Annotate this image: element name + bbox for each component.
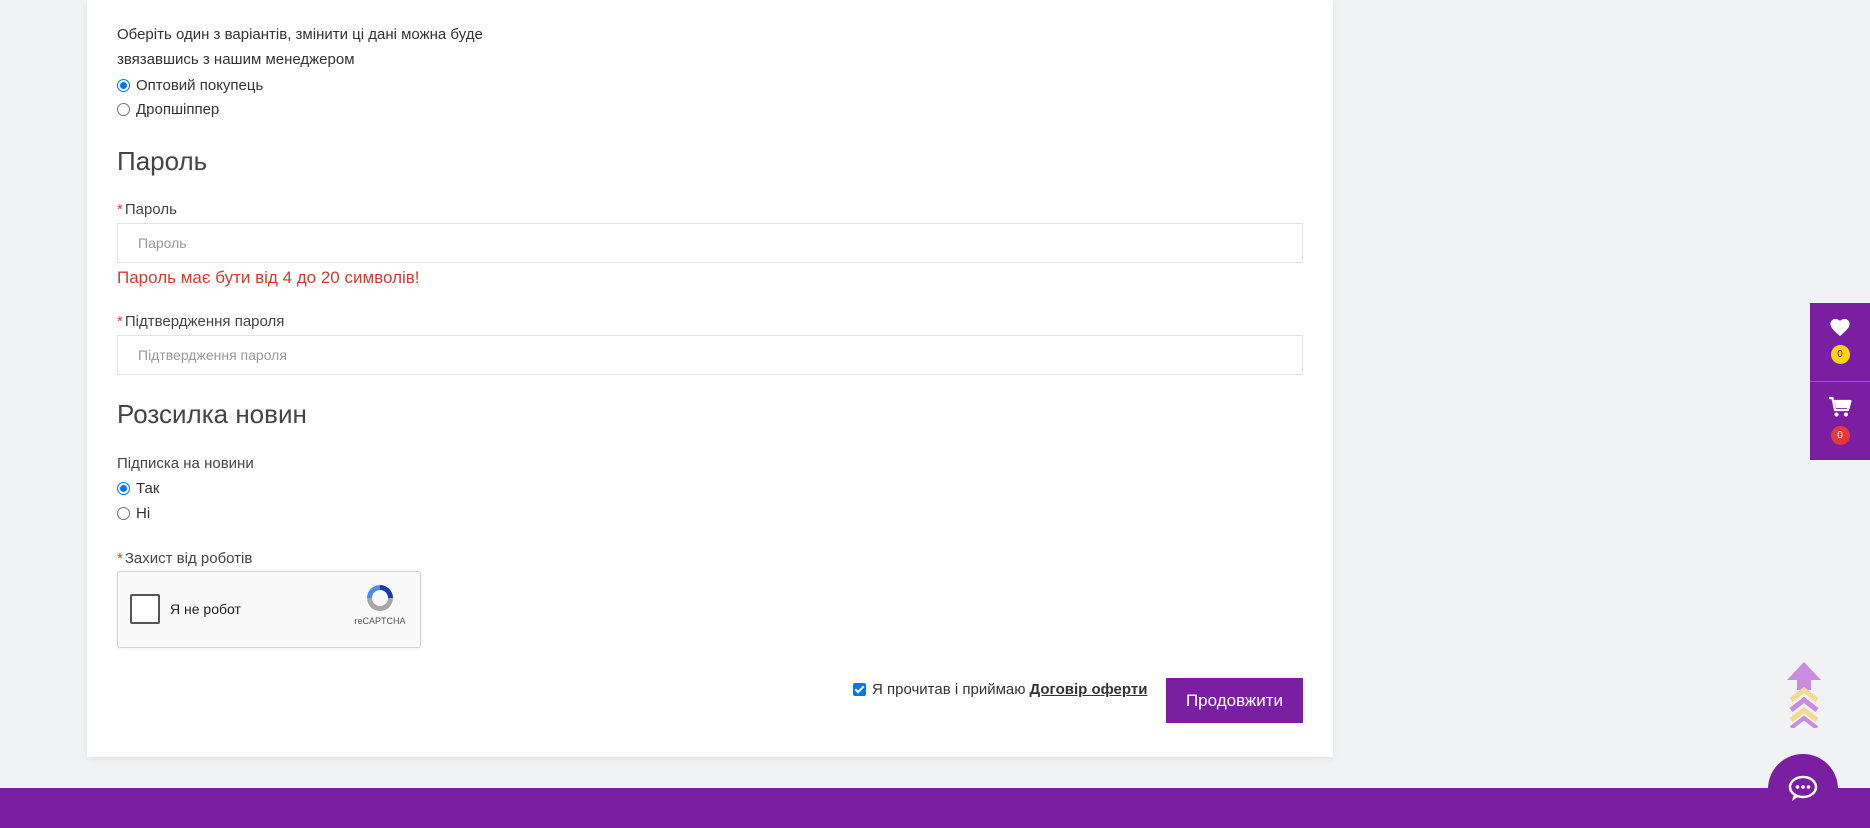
cart-icon [1829,396,1852,417]
agreement-row: Я прочитав і приймаю Договір оферти [853,681,1147,698]
side-panel: 0 0 [1810,303,1870,460]
scroll-top-button[interactable] [1783,660,1825,730]
heart-icon [1830,318,1850,337]
captcha-label: * Захист від роботів [117,550,253,567]
cart-count-badge: 0 [1830,426,1850,445]
agreement-checkbox[interactable] [853,683,866,696]
required-asterisk: * [117,550,123,567]
newsletter-label: Підписка на новини [117,455,254,472]
recaptcha-brand: reCAPTCHA [354,616,406,626]
password-label: * Пароль [117,201,177,218]
radio-label: Дропшіппер [136,101,220,118]
cart-button[interactable]: 0 [1810,382,1870,460]
password-section-title: Пароль [117,146,208,176]
chat-button[interactable] [1768,754,1838,824]
radio-button[interactable] [117,103,130,116]
customer-type-note: Оберіть один з варіантів, змінити ці дан… [117,26,483,68]
recaptcha-widget: Я не робот reCAPTCHA [117,571,421,648]
radio-label: Так [136,480,160,497]
newsletter-section-title: Розсилка новин [117,399,307,429]
password-error-message: Пароль має бути від 4 до 20 символів! [117,268,420,287]
confirm-password-label: * Підтвердження пароля [117,313,285,330]
radio-dropshipper[interactable]: Дропшіппер [117,101,219,118]
wishlist-count-badge: 0 [1830,345,1850,364]
radio-button[interactable] [117,507,130,520]
radio-newsletter-yes[interactable]: Так [117,480,159,497]
required-asterisk: * [117,313,123,330]
recaptcha-checkbox[interactable] [130,594,160,624]
wishlist-button[interactable]: 0 [1810,303,1870,381]
continue-button[interactable]: Продовжити [1166,678,1303,723]
confirm-password-input[interactable] [117,335,1303,375]
radio-button[interactable] [117,482,130,495]
radio-newsletter-no[interactable]: Ні [117,505,150,522]
chat-icon [1788,775,1818,801]
radio-button[interactable] [117,79,130,92]
recaptcha-logo-icon [367,585,393,611]
recaptcha-text: Я не робот [170,601,241,617]
agreement-text: Я прочитав і приймаю [872,681,1026,698]
registration-form-card: Оберіть один з варіантів, змінити ці дан… [87,0,1333,757]
radio-wholesale-buyer[interactable]: Оптовий покупець [117,77,263,94]
scroll-top-icon [1787,662,1821,730]
required-asterisk: * [117,201,123,218]
recaptcha-logo: reCAPTCHA [350,582,410,626]
offer-contract-link[interactable]: Договір оферти [1029,681,1147,698]
radio-label: Оптовий покупець [136,77,264,94]
password-input[interactable] [117,223,1303,263]
footer-bar [0,788,1870,828]
radio-label: Ні [136,505,151,522]
